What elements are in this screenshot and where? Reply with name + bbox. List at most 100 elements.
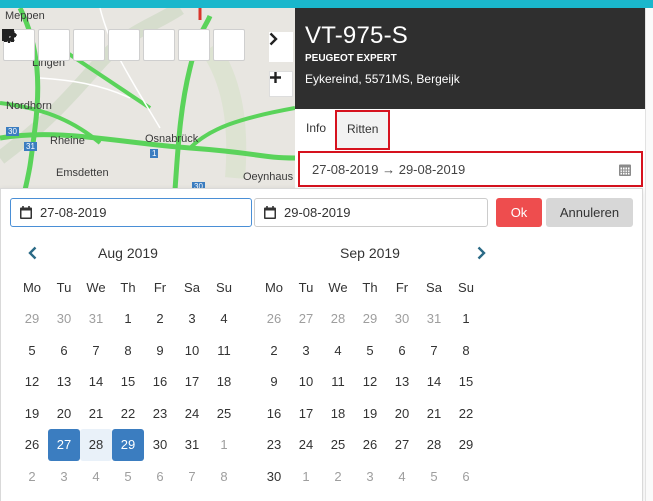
chevron-right-icon[interactable] [472, 244, 490, 262]
calendar-day[interactable]: 6 [144, 461, 176, 493]
calendar-day[interactable]: 27 [386, 429, 418, 461]
calendar-day[interactable]: 10 [290, 366, 322, 398]
calendar-day[interactable]: 20 [48, 398, 80, 430]
calendar-day[interactable]: 29 [112, 429, 144, 461]
calendar-day[interactable]: 18 [208, 366, 240, 398]
tab-info[interactable]: Info [297, 110, 335, 146]
calendar-day[interactable]: 1 [112, 303, 144, 335]
calendar-day[interactable]: 23 [258, 429, 290, 461]
calendar-day[interactable]: 24 [290, 429, 322, 461]
calendar-day[interactable]: 20 [386, 398, 418, 430]
calendar-day[interactable]: 6 [450, 461, 482, 493]
calendar-day[interactable]: 31 [176, 429, 208, 461]
calendar-day[interactable]: 4 [322, 335, 354, 367]
calendar-day[interactable]: 3 [354, 461, 386, 493]
calendar-day[interactable]: 8 [208, 461, 240, 493]
calendar-day[interactable]: 14 [418, 366, 450, 398]
calendar-day[interactable]: 13 [48, 366, 80, 398]
calendar-day[interactable]: 6 [48, 335, 80, 367]
calendar-day[interactable]: 30 [144, 429, 176, 461]
calendar-day[interactable]: 9 [258, 366, 290, 398]
calendar-day[interactable]: 17 [176, 366, 208, 398]
calendar-day[interactable]: 9 [144, 335, 176, 367]
calendar-day[interactable]: 12 [354, 366, 386, 398]
calendar-day[interactable]: 29 [354, 303, 386, 335]
calendar-day[interactable]: 26 [258, 303, 290, 335]
calendar-day[interactable]: 13 [386, 366, 418, 398]
calendar-day[interactable]: 6 [386, 335, 418, 367]
calendar-day[interactable]: 16 [258, 398, 290, 430]
calendar-day[interactable]: 26 [16, 429, 48, 461]
side-add-button[interactable] [269, 71, 293, 97]
calendar-day[interactable]: 7 [80, 335, 112, 367]
calendar-day[interactable]: 15 [450, 366, 482, 398]
calendar-day[interactable]: 31 [80, 303, 112, 335]
calendar-day[interactable]: 3 [290, 335, 322, 367]
calendar-day[interactable]: 1 [208, 429, 240, 461]
calendar-day[interactable]: 1 [450, 303, 482, 335]
calendar-day[interactable]: 11 [208, 335, 240, 367]
calendar-day[interactable]: 4 [208, 303, 240, 335]
calendar-day[interactable]: 28 [322, 303, 354, 335]
calendar-day[interactable]: 1 [290, 461, 322, 493]
calendar-day[interactable]: 24 [176, 398, 208, 430]
calendar-day[interactable]: 2 [144, 303, 176, 335]
calendar-day[interactable]: 22 [112, 398, 144, 430]
calendar-day[interactable]: 26 [354, 429, 386, 461]
visibility-button[interactable] [3, 29, 105, 61]
calendar-day[interactable]: 5 [354, 335, 386, 367]
calendar-day[interactable]: 30 [48, 303, 80, 335]
calendar-day[interactable]: 2 [322, 461, 354, 493]
calendar-day[interactable]: 5 [16, 335, 48, 367]
calendar-day[interactable]: 2 [258, 335, 290, 367]
calendar-day[interactable]: 27 [290, 303, 322, 335]
calendar-day[interactable]: 29 [450, 429, 482, 461]
ok-button[interactable]: Ok [496, 198, 542, 227]
settings-button[interactable] [2, 29, 175, 61]
calendar-day[interactable]: 23 [144, 398, 176, 430]
calendar-day[interactable]: 28 [418, 429, 450, 461]
calendar-day[interactable]: 12 [16, 366, 48, 398]
calendar-day[interactable]: 30 [386, 303, 418, 335]
calendar-day[interactable]: 28 [80, 429, 112, 461]
calendar-day[interactable]: 4 [80, 461, 112, 493]
calendar-day[interactable]: 14 [80, 366, 112, 398]
home-button[interactable] [2, 29, 140, 61]
scrollbar-track[interactable] [645, 8, 653, 501]
calendar-day[interactable]: 21 [80, 398, 112, 430]
calendar-day[interactable]: 15 [112, 366, 144, 398]
expand-panel-button[interactable] [269, 32, 293, 62]
calendar-day[interactable]: 8 [450, 335, 482, 367]
calendar-day[interactable]: 22 [450, 398, 482, 430]
calendar-day[interactable]: 10 [176, 335, 208, 367]
map-view[interactable]: Meppen Lingen Nordhorn Rheine Osnabrück … [0, 8, 295, 190]
calendar-day[interactable]: 11 [322, 366, 354, 398]
start-date-input[interactable]: 27-08-2019 [10, 198, 252, 227]
calendar-day[interactable]: 25 [322, 429, 354, 461]
calendar-day[interactable]: 30 [258, 461, 290, 493]
calendar-day[interactable]: 3 [176, 303, 208, 335]
calendar-day[interactable]: 18 [322, 398, 354, 430]
layers-button[interactable] [2, 29, 70, 61]
calendar-day[interactable]: 8 [112, 335, 144, 367]
calendar-day[interactable]: 21 [418, 398, 450, 430]
calendar-day[interactable]: 5 [112, 461, 144, 493]
calendar-day[interactable]: 25 [208, 398, 240, 430]
calendar-day[interactable]: 2 [16, 461, 48, 493]
calendar-day[interactable]: 5 [418, 461, 450, 493]
date-range-field[interactable]: 27-08-2019 → 29-08-2019 [298, 151, 643, 187]
zoom-out-button[interactable] [2, 29, 245, 61]
calendar-day[interactable]: 19 [354, 398, 386, 430]
calendar-day[interactable]: 7 [418, 335, 450, 367]
chevron-left-icon[interactable] [24, 244, 42, 262]
calendar-day[interactable]: 7 [176, 461, 208, 493]
calendar-day[interactable]: 4 [386, 461, 418, 493]
zoom-in-button[interactable] [2, 29, 210, 61]
calendar-day[interactable]: 31 [418, 303, 450, 335]
calendar-day[interactable]: 3 [48, 461, 80, 493]
calendar-day[interactable]: 27 [48, 429, 80, 461]
cancel-button[interactable]: Annuleren [546, 198, 633, 227]
calendar-day[interactable]: 16 [144, 366, 176, 398]
calendar-day[interactable]: 29 [16, 303, 48, 335]
end-date-input[interactable]: 29-08-2019 [254, 198, 488, 227]
